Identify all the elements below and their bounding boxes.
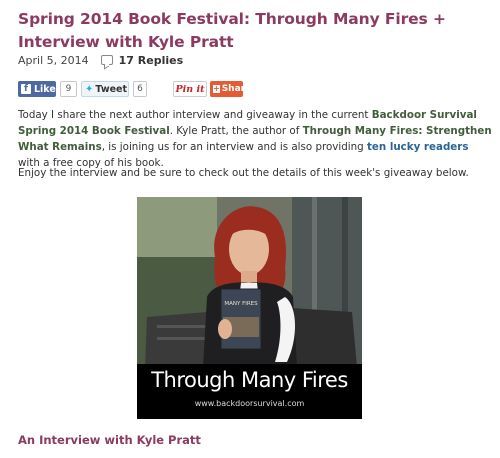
- book-cover-title: MANY FIRES: [224, 301, 258, 307]
- section-heading: An Interview with Kyle Pratt: [18, 433, 201, 447]
- like-label: Like: [34, 83, 56, 95]
- caption-title: Through Many Fires: [151, 368, 348, 392]
- tweet-count: 6: [133, 81, 147, 97]
- tweet-button[interactable]: ✦ Tweet: [81, 81, 129, 97]
- comment-icon: [100, 55, 113, 65]
- pin-it-button[interactable]: Pin it: [173, 81, 207, 97]
- post-date: April 5, 2014: [18, 53, 89, 67]
- intro-text-2: . Kyle Pratt, the author of: [169, 125, 303, 137]
- post-meta: April 5, 2014 17 Replies: [18, 53, 183, 67]
- tweet-label: Tweet: [95, 83, 128, 95]
- intro-text-1: Today I share the next author interview …: [18, 109, 372, 121]
- caption-url: www.backdoorsurvival.com: [194, 399, 305, 408]
- share-button[interactable]: + Share: [210, 81, 251, 97]
- twitter-bird-icon: ✦: [85, 83, 94, 95]
- ten-lucky-readers-link[interactable]: ten lucky readers: [367, 141, 469, 153]
- image-caption-band: Through Many Fires www.backdoorsurvival.…: [137, 364, 362, 419]
- facebook-like-button[interactable]: f Like: [18, 81, 56, 97]
- book-promo-image[interactable]: MANY FIRES Through Many Fires www.backdo…: [137, 197, 362, 419]
- post-title[interactable]: Spring 2014 Book Festival: Through Many …: [18, 8, 488, 54]
- intro-paragraph: Today I share the next author interview …: [18, 107, 492, 171]
- share-label: Share: [221, 84, 252, 94]
- enjoy-paragraph: Enjoy the interview and be sure to check…: [18, 167, 469, 179]
- replies-link[interactable]: 17 Replies: [119, 54, 184, 67]
- plus-icon: +: [213, 84, 220, 93]
- like-count: 9: [60, 81, 77, 97]
- intro-text-3: , is joining us for an interview and is …: [101, 141, 367, 153]
- facebook-icon: f: [21, 84, 31, 94]
